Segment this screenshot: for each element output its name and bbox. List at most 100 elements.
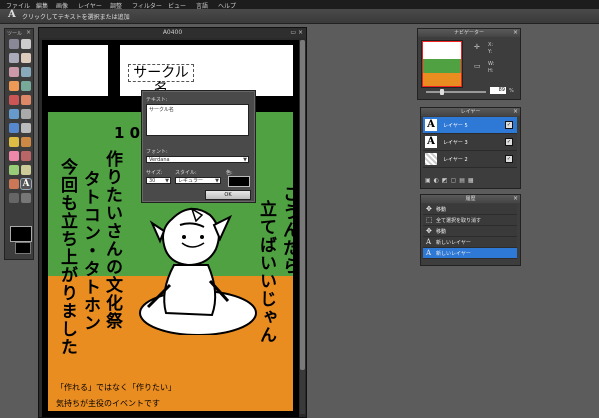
tool-grid: A [8, 38, 32, 206]
sharpen-tool-icon[interactable] [21, 123, 31, 133]
font-select[interactable]: Verdana ▼ [146, 156, 249, 163]
history-item[interactable]: A 新しいレイヤー [423, 248, 517, 259]
zoom-unit: % [509, 88, 514, 94]
vertical-text-col1: こうんだら [279, 185, 299, 275]
layer-row[interactable]: A レイヤー 3 ✓ [423, 134, 517, 151]
history-item[interactable]: A 新しいレイヤー [423, 237, 517, 248]
zoom-tool-icon[interactable] [21, 193, 31, 203]
eraser-tool-icon[interactable] [21, 81, 31, 91]
circle-name-textbox[interactable]: サークル名 [128, 64, 194, 97]
size-value: 30 [149, 178, 156, 184]
caption-line2: 気持ちが主役のイベントです [56, 399, 160, 408]
history-title: 履歴 [421, 195, 520, 203]
navigator-thumbnail[interactable] [421, 40, 463, 88]
stamp-tool-icon[interactable] [9, 109, 19, 119]
text-input[interactable]: サークル名 [146, 104, 249, 136]
hand-tool-icon[interactable] [9, 193, 19, 203]
heal-tool-icon[interactable] [21, 165, 31, 175]
text-color-swatch[interactable] [228, 176, 250, 187]
picker-tool-icon[interactable] [9, 179, 19, 189]
layer-name: レイヤー 5 [443, 123, 468, 129]
move-icon: ✥ [426, 227, 432, 235]
crop-tool-icon[interactable] [9, 39, 19, 49]
dodge-tool-icon[interactable] [9, 137, 19, 147]
move-tool-icon[interactable] [21, 39, 31, 49]
layer-name: レイヤー 2 [443, 157, 468, 163]
smudge-tool-icon[interactable] [21, 109, 31, 119]
scrollbar-thumb[interactable] [300, 40, 305, 370]
character-illustration [139, 207, 257, 335]
nav-x-label: X: [488, 42, 494, 48]
history-panel: 履歴 × ✥ 移動 ⬚ 全て選択を取り消す ✥ 移動 A 新しいレイヤー A 新… [420, 194, 521, 266]
zoom-slider[interactable] [426, 89, 486, 95]
zoom-input[interactable]: 89 [490, 87, 506, 94]
layer-actions-bar[interactable]: ▣◐◩▢▤▦ [425, 177, 477, 184]
layer-visibility-checkbox[interactable]: ✓ [505, 138, 513, 146]
lasso-tool-icon[interactable] [21, 53, 31, 63]
window-controls[interactable]: ▭ × [290, 28, 303, 38]
move-icon: ✥ [426, 205, 432, 213]
layer-name: レイヤー 3 [443, 140, 468, 146]
tools-panel: ツール × A [4, 28, 34, 260]
shape-tool-icon[interactable] [9, 165, 19, 175]
font-label: フォント: [146, 149, 168, 155]
layer-thumbnail: A [425, 119, 437, 131]
navigator-title: ナビゲーター [418, 29, 520, 37]
layer-visibility-checkbox[interactable]: ✓ [505, 121, 513, 129]
style-label: スタイル: [175, 170, 197, 176]
layers-close-icon[interactable]: × [513, 108, 518, 116]
menu-bar: ファイル 編集 画像 レイヤー 調整 フィルター ビュー 言語 ヘルプ [0, 0, 599, 10]
drop-tool-icon[interactable] [9, 123, 19, 133]
layers-title: レイヤー [421, 108, 520, 116]
layer-row[interactable]: レイヤー 2 ✓ [423, 151, 517, 168]
zoom-slider-handle[interactable] [440, 89, 444, 95]
bucket-tool-icon[interactable] [9, 95, 19, 105]
layer-visibility-checkbox[interactable]: ✓ [505, 155, 513, 163]
tools-close-icon[interactable]: × [26, 29, 31, 36]
nav-w-label: W: [488, 61, 495, 67]
nav-h-label: H: [488, 68, 494, 74]
vertical-text-col5: 今回も立ち上がりました [57, 158, 77, 356]
chevron-down-icon: ▼ [215, 178, 219, 184]
history-label: 新しいレイヤー [436, 240, 471, 246]
size-select[interactable]: 30 ▼ [146, 177, 171, 184]
navigator-panel: ナビゲーター × ✛ X: Y: ▭ W: H: 89 % [417, 28, 521, 100]
document-title: A0400 [39, 28, 306, 38]
tools-title: ツール [7, 31, 23, 37]
sponge-tool-icon[interactable] [9, 151, 19, 161]
size-icon: ▭ [474, 62, 481, 70]
gradient-tool-icon[interactable] [21, 95, 31, 105]
layers-panel: レイヤー × A レイヤー 5 ✓ A レイヤー 3 ✓ レイヤー 2 ✓ ▣◐… [420, 107, 521, 189]
size-label: サイズ: [146, 170, 163, 176]
navigator-close-icon[interactable]: × [513, 29, 518, 37]
text-dialog: テキスト: サークル名 フォント: Verdana ▼ サイズ: スタイル: 色… [141, 90, 256, 203]
history-item[interactable]: ⬚ 全て選択を取り消す [423, 215, 517, 226]
layer-row[interactable]: A レイヤー 5 ✓ [423, 117, 517, 134]
marquee-tool-icon[interactable] [9, 53, 19, 63]
frame-border [42, 40, 299, 45]
redeye-tool-icon[interactable] [21, 151, 31, 161]
brush-tool-icon[interactable] [9, 81, 19, 91]
history-item[interactable]: ✥ 移動 [423, 204, 517, 215]
text-label: テキスト: [146, 97, 168, 103]
history-item[interactable]: ✥ 移動 [423, 226, 517, 237]
style-select[interactable]: レギュラー ▼ [175, 177, 221, 184]
burn-tool-icon[interactable] [21, 137, 31, 147]
vertical-scrollbar[interactable] [300, 40, 305, 414]
deselect-icon: ⬚ [426, 216, 433, 224]
pencil-tool-icon[interactable] [21, 67, 31, 77]
wand-tool-icon[interactable] [9, 67, 19, 77]
foreground-color-swatch[interactable] [10, 226, 32, 242]
vertical-text-col4: タトコン・タトホン [80, 170, 100, 332]
document-window: A0400 ▭ × サークル名 1 0 こうんだら 立てばいいじゃん 作りたいさ… [38, 27, 307, 418]
history-close-icon[interactable]: × [513, 195, 518, 203]
nav-y-label: Y: [488, 49, 493, 55]
background-color-swatch[interactable] [15, 242, 31, 254]
text-tool-button[interactable]: A [20, 178, 32, 190]
caption-line1: 「作れる」ではなく「作りたい」 [56, 383, 176, 392]
date-text: 1 0 [114, 124, 141, 142]
text-layer-icon: A [426, 238, 432, 246]
history-label: 全て選択を取り消す [436, 218, 482, 224]
ok-button[interactable]: OK [205, 190, 251, 200]
history-label: 移動 [436, 229, 447, 235]
